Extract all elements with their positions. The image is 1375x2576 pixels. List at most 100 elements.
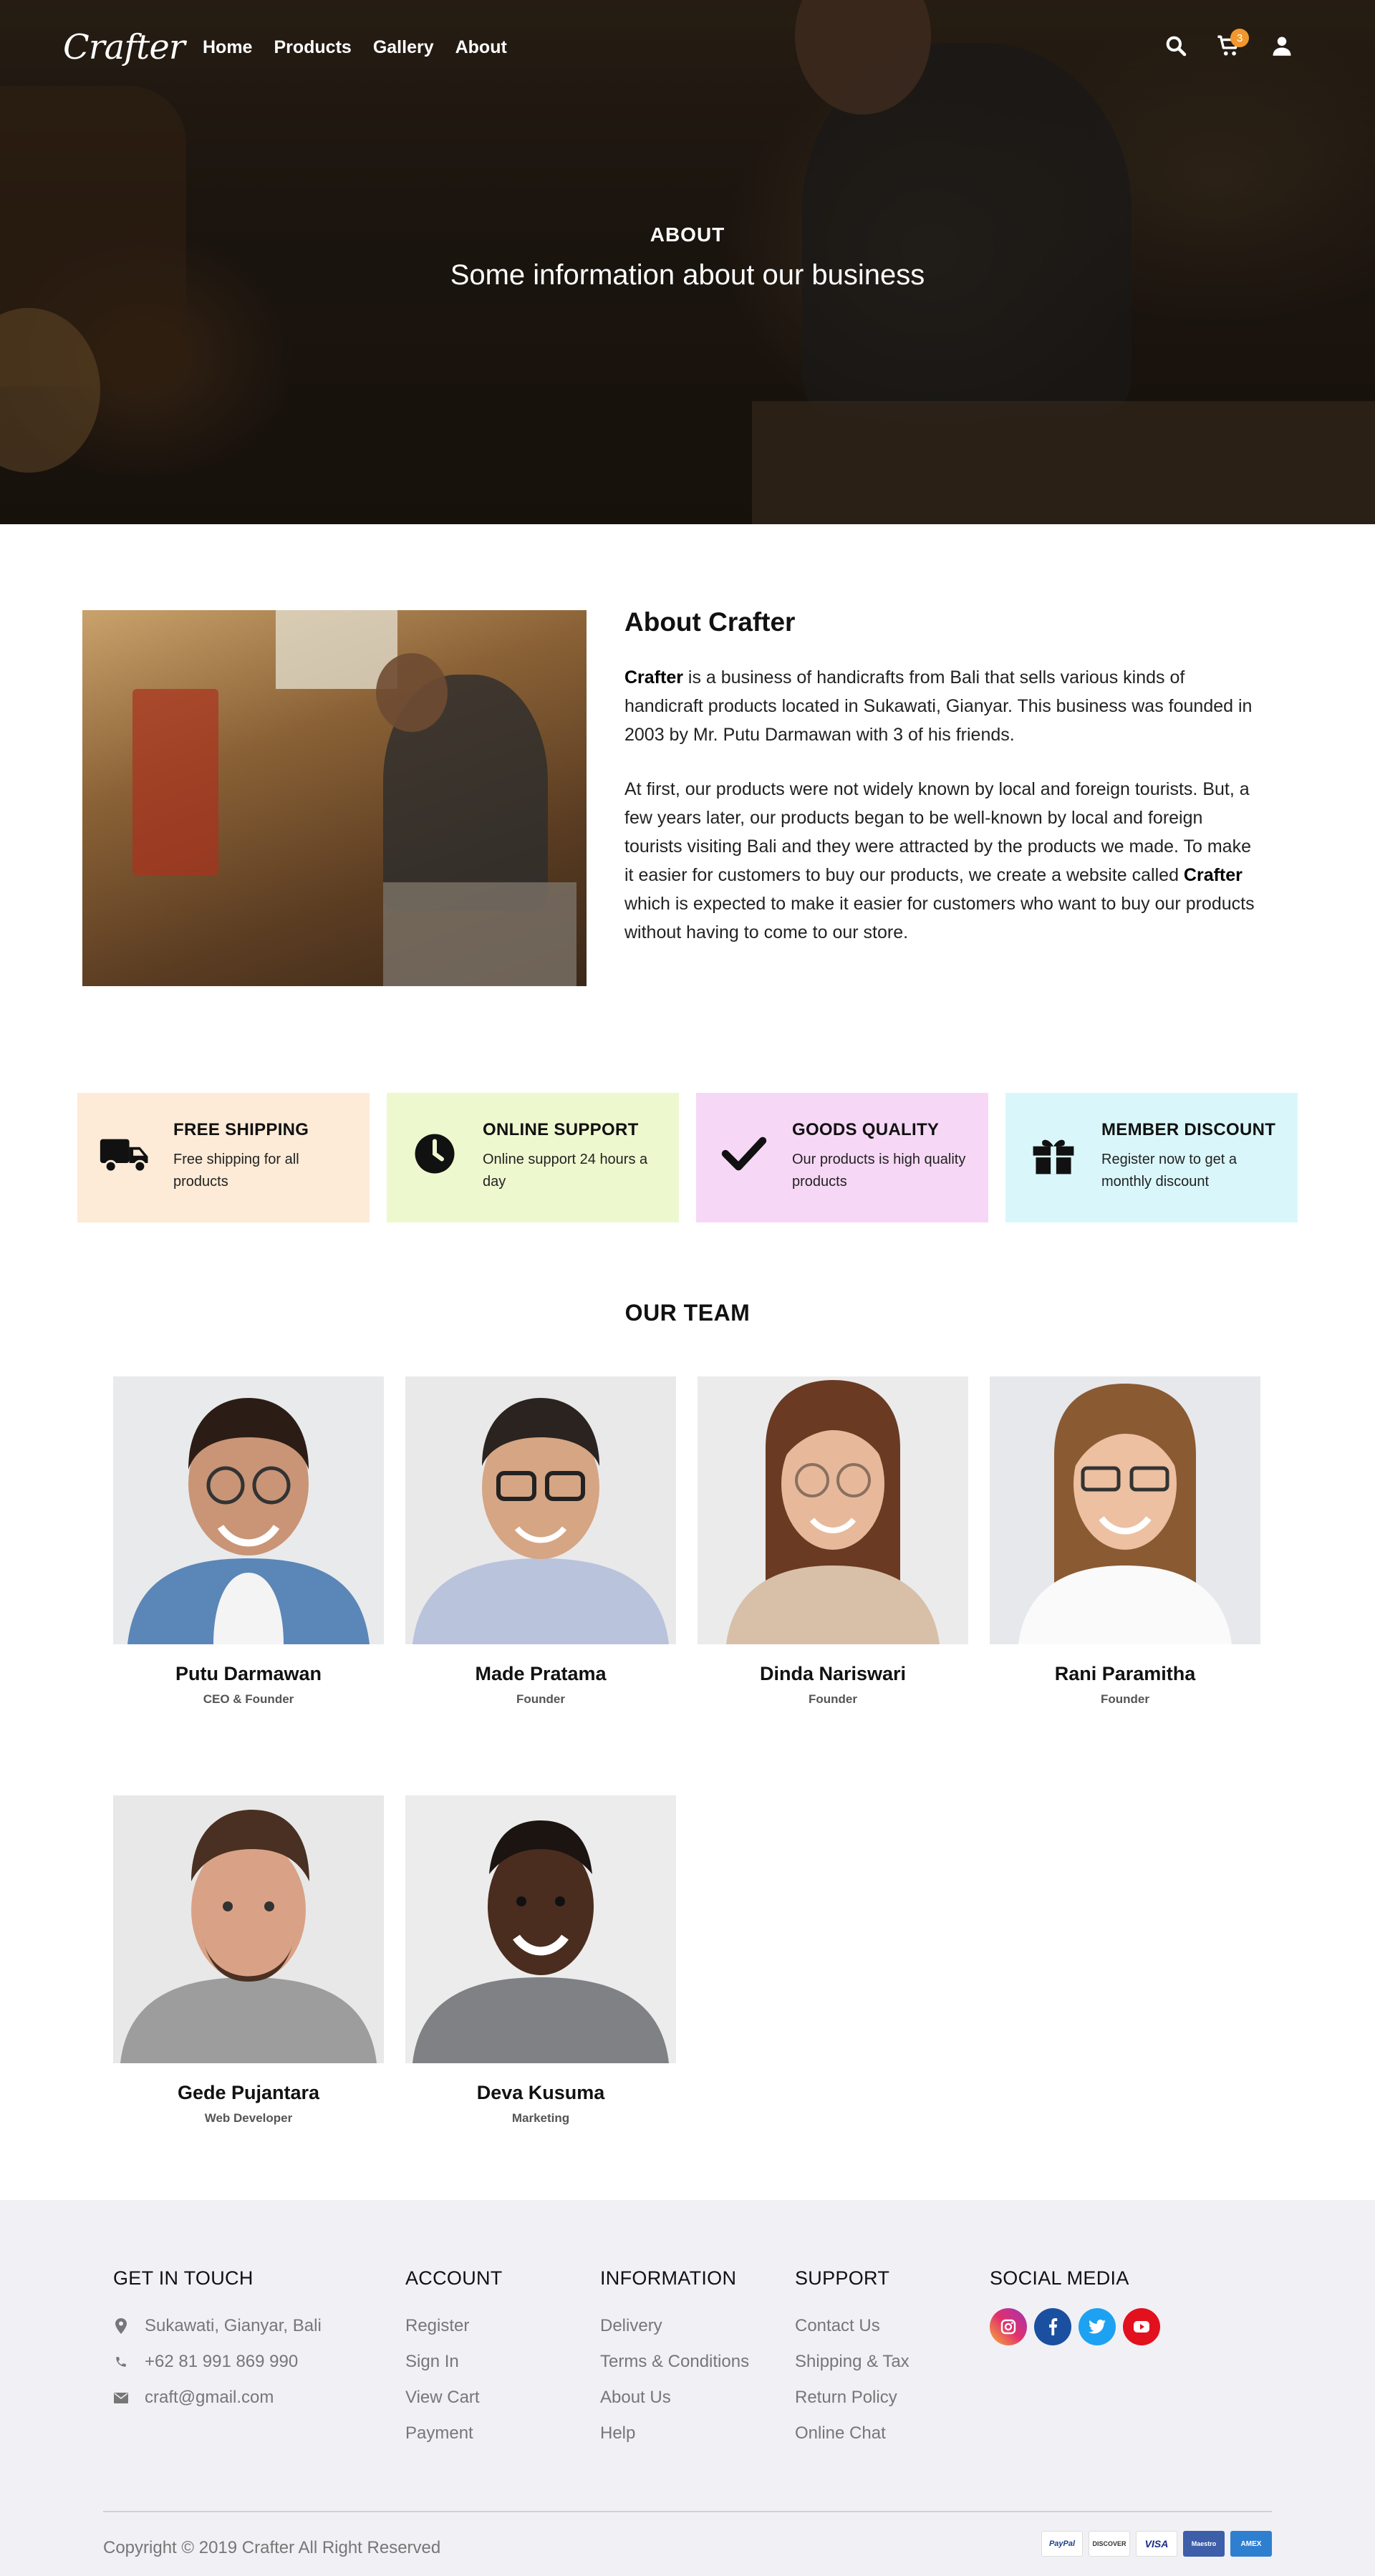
- member-role: Marketing: [511, 2111, 570, 2125]
- member-photo: [698, 1376, 968, 1644]
- about-workshop-image: [82, 610, 587, 986]
- visa-badge: VISA: [1136, 2531, 1177, 2557]
- member-role: Founder: [516, 1692, 565, 1706]
- footer-link-contact-us[interactable]: Contact Us: [795, 2308, 910, 2344]
- truck-icon: [99, 1127, 152, 1180]
- footer-link-register[interactable]: Register: [405, 2308, 503, 2344]
- contact-phone[interactable]: +62 81 991 869 990: [113, 2344, 322, 2380]
- about-section: About Crafter Crafter is a business of h…: [624, 607, 1255, 973]
- team-member-card: Putu Darmawan CEO & Founder: [113, 1376, 384, 1707]
- footer-link-shipping-tax[interactable]: Shipping & Tax: [795, 2344, 910, 2380]
- hero-kicker: ABOUT: [650, 223, 725, 246]
- member-name: Putu Darmawan: [175, 1663, 322, 1684]
- team-member-card: Rani Paramitha Founder: [990, 1376, 1260, 1707]
- feature-title: FREE SHIPPING: [173, 1120, 309, 1139]
- contact-phone-text: +62 81 991 869 990: [145, 2352, 299, 2371]
- cart-icon[interactable]: 3: [1216, 29, 1249, 59]
- footer-contact-title: GET IN TOUCH: [113, 2267, 254, 2289]
- facebook-icon[interactable]: [1034, 2308, 1071, 2345]
- hero-title: Some information about our business: [450, 259, 925, 291]
- feature-member-discount: MEMBER DISCOUNT Register now to get a mo…: [1005, 1093, 1298, 1222]
- footer-link-delivery[interactable]: Delivery: [600, 2308, 749, 2344]
- footer-contact: GET IN TOUCH Sukawati, Gianyar, Bali +62…: [113, 2267, 322, 2416]
- copyright-text: Copyright © 2019 Crafter All Right Reser…: [103, 2538, 441, 2557]
- logo[interactable]: Crafter: [63, 27, 185, 67]
- footer-link-payment[interactable]: Payment: [405, 2416, 503, 2451]
- member-name: Deva Kusuma: [476, 2082, 605, 2103]
- footer-social-title: SOCIAL MEDIA: [990, 2267, 1129, 2289]
- member-photo: [113, 1795, 384, 2063]
- nav-link-about[interactable]: About: [455, 37, 507, 58]
- footer-link-online-chat[interactable]: Online Chat: [795, 2416, 910, 2451]
- team-heading: OUR TEAM: [624, 1300, 751, 1326]
- hero-banner: Crafter Home Products Gallery About 3 AB…: [0, 0, 1375, 524]
- social-icons: [990, 2308, 1160, 2345]
- footer-support-title: SUPPORT: [795, 2267, 890, 2289]
- cart-count-badge: 3: [1230, 29, 1249, 47]
- about-paragraph-1: Crafter is a business of handicrafts fro…: [624, 663, 1255, 749]
- footer-link-help[interactable]: Help: [600, 2416, 749, 2451]
- image-worker-head: [376, 653, 448, 732]
- instagram-icon[interactable]: [990, 2308, 1027, 2345]
- twitter-icon[interactable]: [1079, 2308, 1116, 2345]
- envelope-icon: [113, 2392, 129, 2403]
- member-name: Gede Pujantara: [177, 2082, 320, 2103]
- footer-support: SUPPORT Contact Us Shipping & Tax Return…: [795, 2267, 910, 2451]
- footer-divider: [103, 2511, 1272, 2512]
- contact-email[interactable]: craft@gmail.com: [113, 2380, 322, 2416]
- member-role: Founder: [809, 1692, 857, 1706]
- user-icon[interactable]: [1269, 33, 1295, 59]
- member-photo: [405, 1376, 676, 1644]
- footer-link-sign-in[interactable]: Sign In: [405, 2344, 503, 2380]
- brand-name: Crafter: [624, 667, 683, 688]
- about-paragraph-1-text: is a business of handicrafts from Bali t…: [624, 667, 1253, 745]
- footer-account: ACCOUNT Register Sign In View Cart Payme…: [405, 2267, 503, 2451]
- feature-description: Online support 24 hours a day: [483, 1152, 648, 1190]
- search-icon[interactable]: [1163, 33, 1189, 59]
- map-marker-icon: [113, 2318, 129, 2334]
- feature-description: Our products is high quality products: [792, 1152, 966, 1190]
- contact-address: Sukawati, Gianyar, Bali: [113, 2308, 322, 2344]
- about-paragraph-2-end: which is expected to make it easier for …: [624, 894, 1255, 942]
- member-name: Dinda Nariswari: [759, 1663, 907, 1684]
- image-machine: [383, 882, 576, 986]
- nav-link-home[interactable]: Home: [203, 37, 252, 58]
- image-drill-press: [132, 689, 218, 875]
- payment-methods: PayPal DISCOVER VISA Maestro AMEX: [1041, 2531, 1272, 2557]
- team-member-card: Deva Kusuma Marketing: [405, 1795, 676, 2126]
- feature-goods-quality: GOODS QUALITY Our products is high quali…: [696, 1093, 988, 1222]
- brand-name: Crafter: [1183, 865, 1243, 885]
- youtube-icon[interactable]: [1123, 2308, 1160, 2345]
- footer-social: SOCIAL MEDIA: [990, 2267, 1160, 2345]
- member-role: Web Developer: [204, 2111, 293, 2125]
- footer-information: INFORMATION Delivery Terms & Conditions …: [600, 2267, 749, 2451]
- feature-description: Register now to get a monthly discount: [1101, 1152, 1237, 1190]
- about-title: About Crafter: [624, 607, 796, 637]
- footer-link-return-policy[interactable]: Return Policy: [795, 2380, 910, 2416]
- site-footer: GET IN TOUCH Sukawati, Gianyar, Bali +62…: [0, 2200, 1375, 2576]
- nav-icons: 3: [1163, 29, 1295, 59]
- feature-free-shipping: FREE SHIPPING Free shipping for all prod…: [77, 1093, 370, 1222]
- team-member-card: Gede Pujantara Web Developer: [113, 1795, 384, 2126]
- nav-link-gallery[interactable]: Gallery: [373, 37, 434, 58]
- footer-account-title: ACCOUNT: [405, 2267, 503, 2289]
- nav-link-products[interactable]: Products: [274, 37, 351, 58]
- member-photo: [990, 1376, 1260, 1644]
- member-role: Founder: [1101, 1692, 1149, 1706]
- feature-row: FREE SHIPPING Free shipping for all prod…: [77, 1093, 1298, 1222]
- member-photo: [113, 1376, 384, 1644]
- check-icon: [718, 1127, 771, 1180]
- main-nav: Home Products Gallery About: [203, 37, 507, 58]
- footer-link-about-us[interactable]: About Us: [600, 2380, 749, 2416]
- member-role: CEO & Founder: [203, 1692, 294, 1706]
- footer-link-terms[interactable]: Terms & Conditions: [600, 2344, 749, 2380]
- phone-icon: [113, 2355, 129, 2368]
- amex-badge: AMEX: [1230, 2531, 1272, 2557]
- contact-email-text: craft@gmail.com: [145, 2388, 274, 2407]
- about-paragraph-2-text: At first, our products were not widely k…: [624, 779, 1251, 885]
- footer-information-title: INFORMATION: [600, 2267, 737, 2289]
- about-paragraph-2: At first, our products were not widely k…: [624, 775, 1255, 947]
- paypal-badge: PayPal: [1041, 2531, 1083, 2557]
- footer-link-view-cart[interactable]: View Cart: [405, 2380, 503, 2416]
- member-photo: [405, 1795, 676, 2063]
